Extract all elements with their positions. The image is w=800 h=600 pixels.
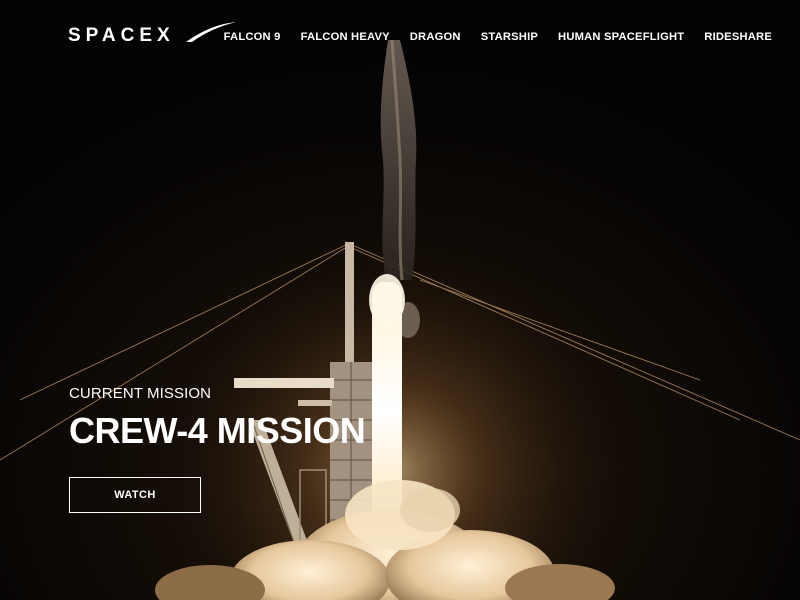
nav-item-starship[interactable]: STARSHIP xyxy=(481,31,538,43)
nav-item-falcon-9[interactable]: FALCON 9 xyxy=(224,31,281,43)
mission-kicker: CURRENT MISSION xyxy=(69,385,212,402)
site-header: SPACEX FALCON 9 FALCON HEAVY DRAGON STAR… xyxy=(0,0,800,76)
primary-nav: FALCON 9 FALCON HEAVY DRAGON STARSHIP HU… xyxy=(204,31,772,43)
nav-item-rideshare[interactable]: RIDESHARE xyxy=(704,31,772,43)
mission-title: CREW-4 MISSION xyxy=(69,410,366,451)
nav-item-human-spaceflight[interactable]: HUMAN SPACEFLIGHT xyxy=(558,31,684,43)
nav-item-falcon-heavy[interactable]: FALCON HEAVY xyxy=(301,31,390,43)
watch-button[interactable]: WATCH xyxy=(69,477,201,513)
mission-info: CURRENT MISSION CREW-4 MISSION xyxy=(69,385,366,452)
nav-item-dragon[interactable]: DRAGON xyxy=(410,31,461,43)
